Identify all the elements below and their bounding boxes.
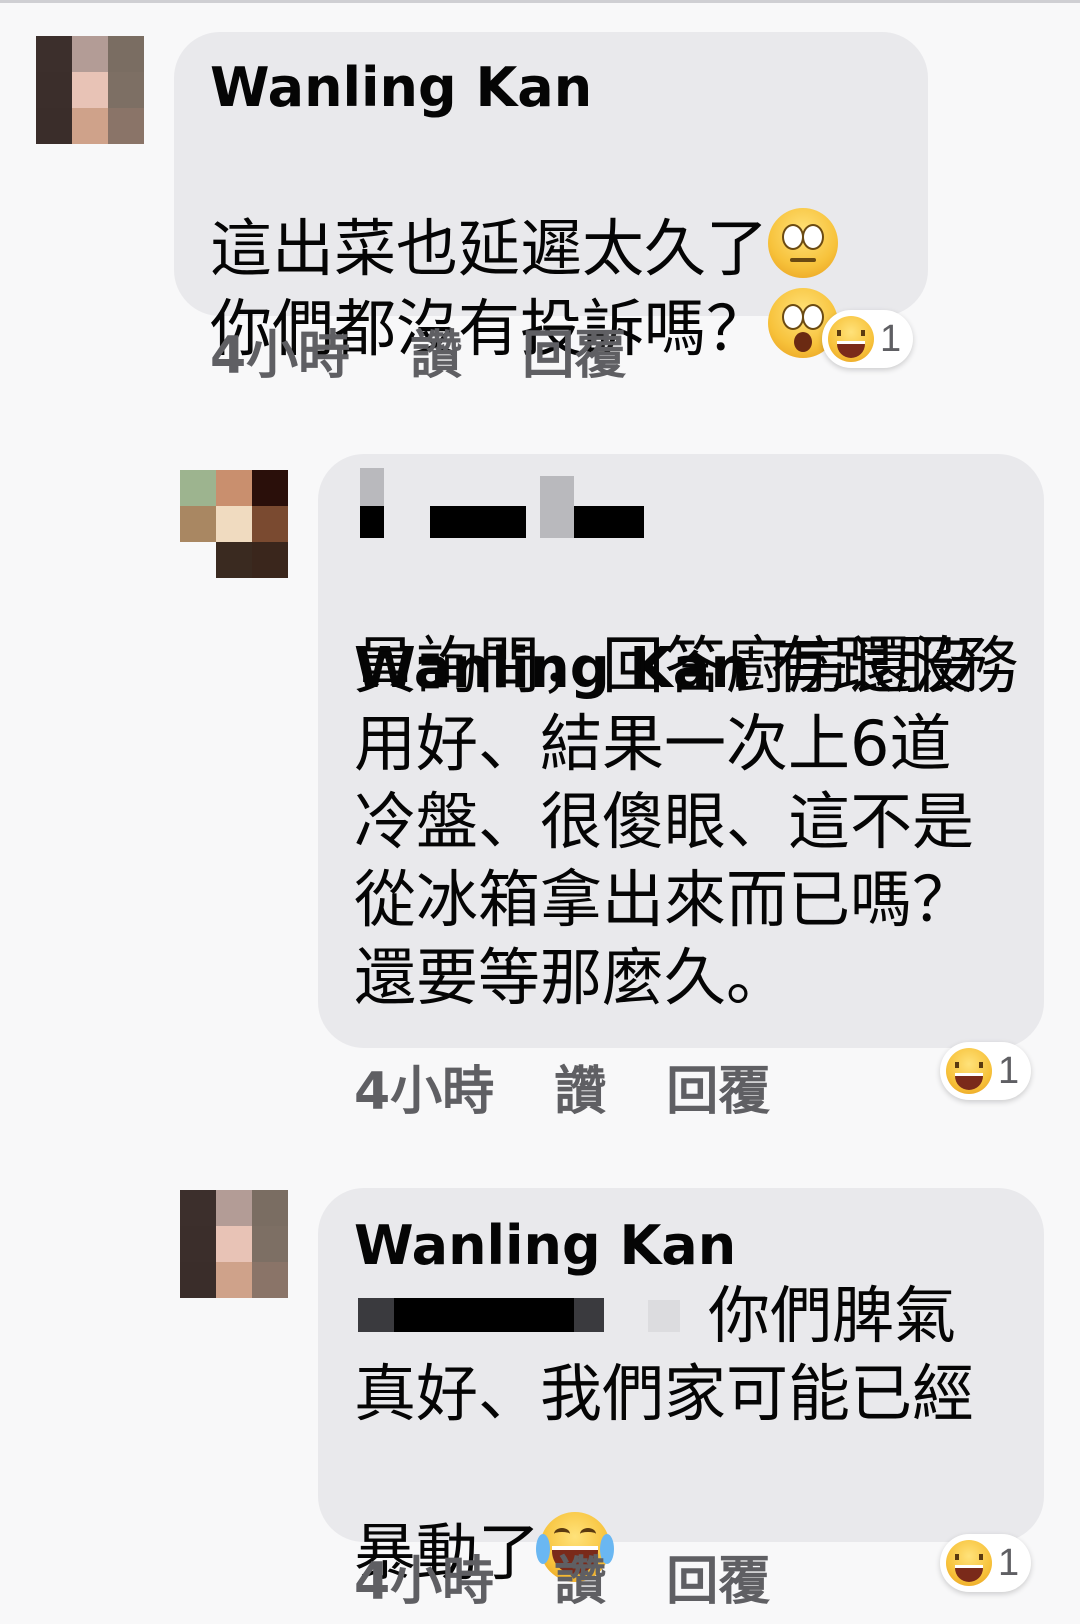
comment-bubble: Wanling Kan 這出菜也延遲太久了 你們都沒有投訴嗎？	[174, 32, 928, 365]
reply-button[interactable]: 回覆	[666, 1062, 770, 1122]
avatar[interactable]	[180, 1190, 288, 1298]
comment-time[interactable]: 4小時	[354, 1552, 494, 1612]
comment-bubble: Wanling Kan 你們脾氣 真好、我們家可能已經 暴動了	[318, 1188, 1044, 1589]
comment-time[interactable]: 4小時	[354, 1062, 494, 1122]
like-button[interactable]: 讚	[554, 1552, 606, 1612]
comment-meta: 4小時讚回覆	[354, 1062, 830, 1122]
comment-text: 員詢問，回答廚房還沒	[354, 629, 975, 702]
redacted-name	[360, 468, 384, 506]
reaction-count: 1	[998, 1541, 1020, 1584]
reply-button[interactable]: 回覆	[666, 1552, 770, 1612]
laughing-face-icon	[828, 316, 874, 362]
redacted-name	[430, 506, 526, 538]
redacted-name	[540, 476, 574, 538]
comment-text: 從冰箱拿出來而已嗎？	[354, 863, 975, 936]
laughing-face-icon	[946, 1540, 992, 1586]
avatar[interactable]	[180, 470, 288, 578]
comment-bubble: Wanling Kan 有跟服務 員詢問，回答廚房還沒 用好、結果一次上6道 冷…	[318, 454, 1044, 1048]
reaction-badge[interactable]: 1	[940, 1534, 1032, 1592]
top-divider	[0, 0, 1080, 3]
like-button[interactable]: 讚	[410, 326, 462, 386]
laughing-face-icon	[946, 1048, 992, 1094]
redacted-name	[358, 1298, 398, 1332]
comment-text: 真好、我們家可能已經	[354, 1357, 975, 1430]
redacted-name	[360, 506, 384, 538]
redacted-name	[574, 506, 644, 538]
redacted-name	[394, 1298, 574, 1332]
comment-text: 用好、結果一次上6道	[354, 707, 952, 780]
avatar[interactable]	[36, 36, 144, 144]
reply-button[interactable]: 回覆	[522, 326, 626, 386]
comment-meta: 4小時讚回覆	[210, 326, 686, 386]
redacted-name	[574, 1298, 604, 1332]
comment-author[interactable]: Wanling Kan	[354, 1216, 736, 1276]
reaction-badge[interactable]: 1	[822, 310, 914, 368]
comment-text: 你們脾氣	[708, 1279, 957, 1352]
comment-meta: 4小時讚回覆	[354, 1552, 830, 1612]
comment-text: 還要等那麼久。	[354, 941, 789, 1014]
like-button[interactable]: 讚	[554, 1062, 606, 1122]
reaction-count: 1	[998, 1049, 1020, 1092]
reaction-count: 1	[880, 317, 902, 360]
comment-time[interactable]: 4小時	[210, 326, 350, 386]
comment-text: 冷盤、很傻眼、這不是	[354, 785, 975, 858]
comment-author[interactable]: Wanling Kan	[210, 58, 592, 118]
redacted-name	[648, 1300, 680, 1332]
reaction-badge[interactable]: 1	[940, 1042, 1032, 1100]
